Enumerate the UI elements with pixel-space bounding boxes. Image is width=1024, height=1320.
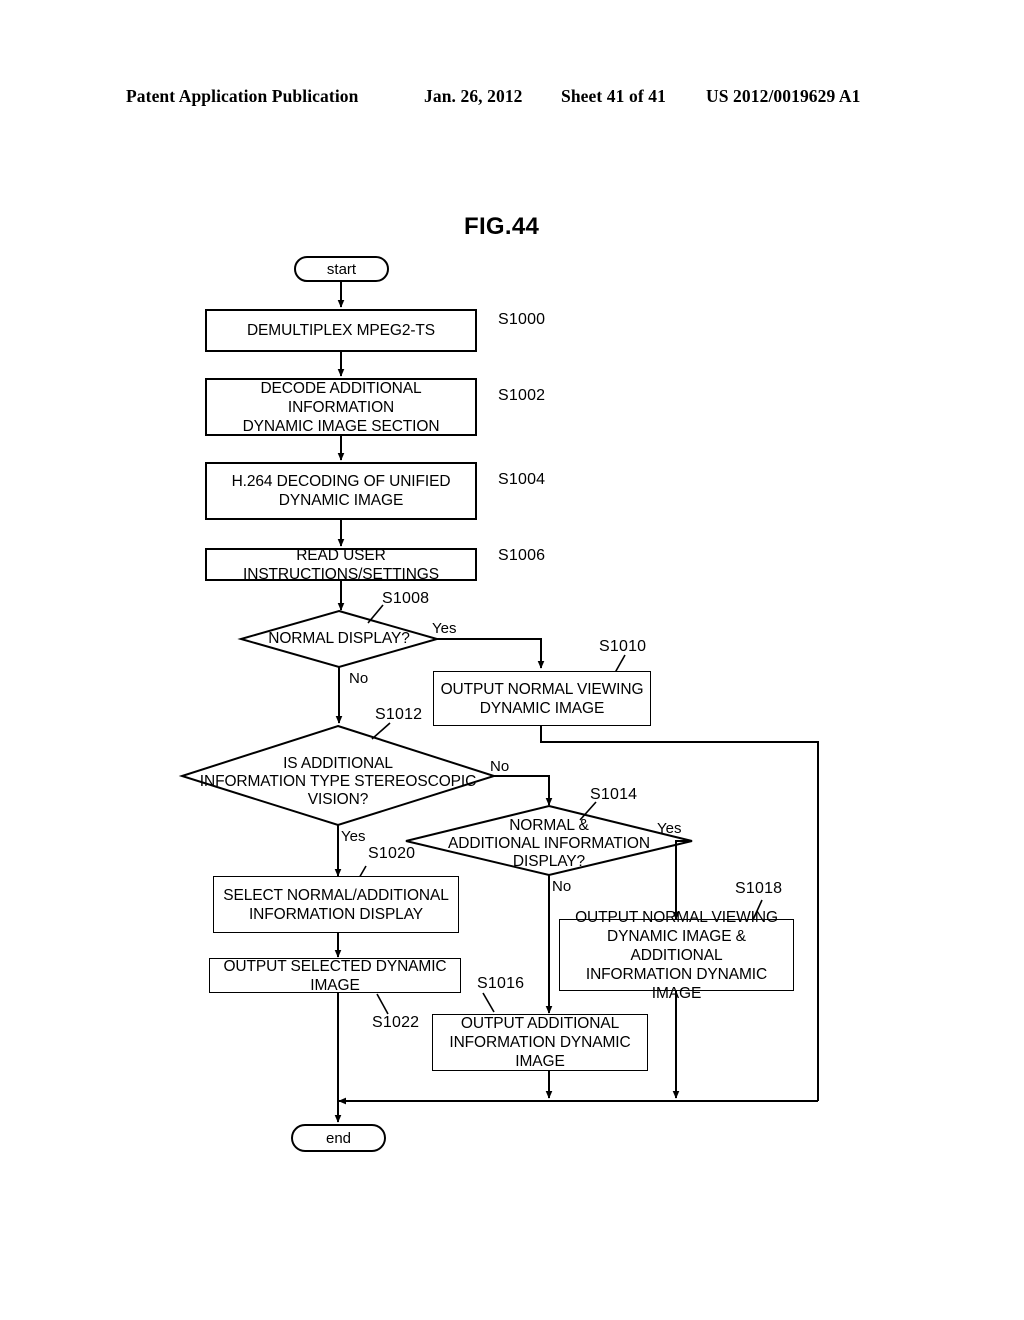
process-s1004-label: H.264 DECODING OF UNIFIED DYNAMIC IMAGE — [231, 473, 451, 509]
process-s1016-label: OUTPUT ADDITIONAL INFORMATION DYNAMIC IM… — [449, 1015, 631, 1070]
process-s1000: DEMULTIPLEX MPEG2-TS — [205, 309, 477, 352]
process-s1010-label: OUTPUT NORMAL VIEWING DYNAMIC IMAGE — [440, 680, 644, 717]
branch-label-s1012-yes: Yes — [341, 828, 366, 845]
process-s1018: OUTPUT NORMAL VIEWING DYNAMIC IMAGE & AD… — [560, 909, 793, 1002]
terminator-end-label: end — [325, 1129, 352, 1147]
step-label-s1020: S1020 — [368, 845, 416, 862]
step-label-s1000: S1000 — [498, 311, 546, 328]
step-label-s1016: S1016 — [477, 975, 525, 992]
process-s1004: H.264 DECODING OF UNIFIED DYNAMIC IMAGE — [205, 462, 477, 520]
process-s1000-label: DEMULTIPLEX MPEG2-TS — [246, 322, 436, 339]
process-s1020-label: SELECT NORMAL/ADDITIONAL INFORMATION DIS… — [223, 886, 449, 923]
patent-figure-page: Patent Application Publication Jan. 26, … — [0, 0, 1024, 1320]
process-s1006: READ USER INSTRUCTIONS/SETTINGS — [205, 546, 477, 583]
step-label-s1002: S1002 — [498, 387, 546, 404]
step-label-s1012: S1012 — [375, 706, 423, 723]
process-s1022-label: OUTPUT SELECTED DYNAMIC IMAGE — [223, 957, 447, 994]
process-s1016: OUTPUT ADDITIONAL INFORMATION DYNAMIC IM… — [433, 1015, 647, 1070]
terminator-end: end — [291, 1124, 386, 1152]
process-s1018-label: OUTPUT NORMAL VIEWING DYNAMIC IMAGE & AD… — [575, 908, 778, 1002]
process-s1002: DECODE ADDITIONAL INFORMATION DYNAMIC IM… — [205, 378, 477, 436]
branch-label-s1012-no: No — [490, 758, 510, 775]
process-s1020: SELECT NORMAL/ADDITIONAL INFORMATION DIS… — [214, 877, 458, 932]
step-label-s1018: S1018 — [735, 880, 783, 897]
step-label-s1008: S1008 — [382, 590, 430, 607]
process-s1022: OUTPUT SELECTED DYNAMIC IMAGE — [210, 957, 460, 994]
terminator-start-label: start — [326, 260, 357, 278]
step-label-s1022: S1022 — [372, 1014, 420, 1031]
step-label-s1010: S1010 — [599, 638, 647, 655]
step-label-s1004: S1004 — [498, 471, 546, 488]
branch-label-s1014-yes: Yes — [657, 820, 682, 837]
branch-label-s1008-yes: Yes — [432, 620, 457, 637]
step-label-s1014: S1014 — [590, 786, 638, 803]
step-label-s1006: S1006 — [498, 547, 546, 564]
process-s1002-label: DECODE ADDITIONAL INFORMATION DYNAMIC IM… — [242, 379, 440, 435]
process-s1010: OUTPUT NORMAL VIEWING DYNAMIC IMAGE — [434, 672, 650, 725]
flowchart-connectors — [178, 281, 819, 1123]
terminator-start: start — [294, 256, 389, 282]
branch-label-s1008-no: No — [349, 670, 369, 687]
process-s1006-label: READ USER INSTRUCTIONS/SETTINGS — [243, 546, 439, 583]
branch-label-s1014-no: No — [552, 878, 572, 895]
